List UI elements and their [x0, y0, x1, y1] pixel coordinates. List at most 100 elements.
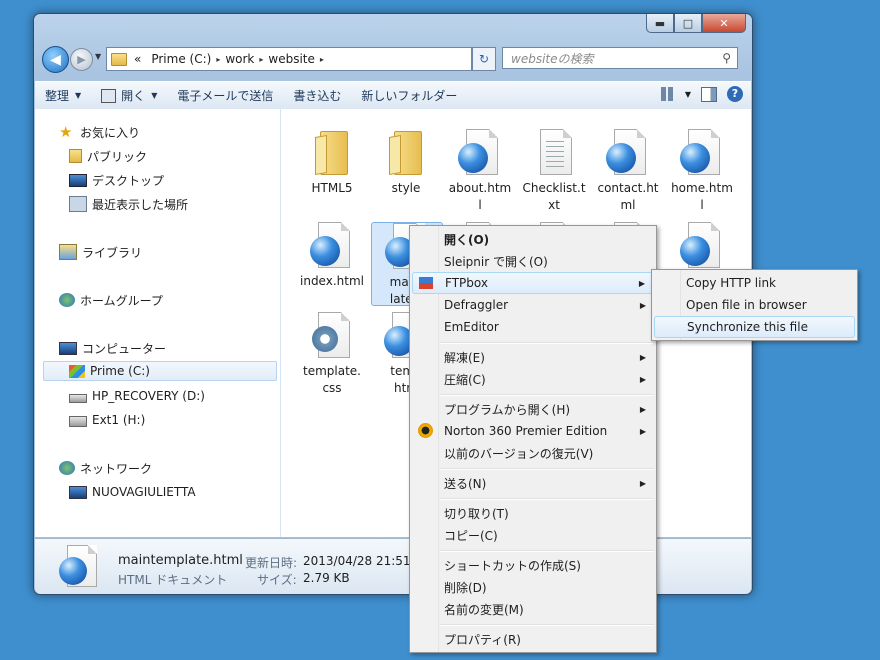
menu-sleipnir[interactable]: Sleipnir で開く(O) — [412, 250, 654, 272]
folder-icon — [320, 131, 348, 175]
navigation-pane: ★ お気に入り パブリック デスクトップ 最近表示した場所 ライブラリ ホームグル… — [35, 109, 281, 537]
minimize-button[interactable]: ▬ — [646, 14, 674, 33]
file-label: l — [478, 198, 482, 212]
file-item[interactable]: style — [371, 129, 441, 197]
menu-properties[interactable]: プロパティ(R) — [412, 628, 654, 650]
view-mode-icon[interactable] — [660, 87, 675, 101]
menu-open-with[interactable]: プログラムから開く(H) ▶ — [412, 398, 654, 420]
nav-computer[interactable]: コンピューター — [59, 338, 166, 358]
menu-open[interactable]: 開く(O) — [412, 228, 654, 250]
address-segment-prime[interactable]: Prime (C:) — [146, 52, 216, 66]
burn-button[interactable]: 書き込む — [283, 82, 351, 109]
refresh-button[interactable]: ↻ — [472, 47, 496, 71]
menu-send-to[interactable]: 送る(N) ▶ — [412, 472, 654, 494]
details-size-label: サイズ: — [257, 573, 297, 587]
organize-label: 整理 — [45, 89, 70, 103]
organize-button[interactable]: 整理 ▼ — [35, 82, 91, 109]
back-button[interactable]: ◀ — [42, 46, 69, 73]
file-item[interactable]: template. css — [297, 312, 367, 397]
nav-label: NUOVAGIULIETTA — [92, 485, 196, 499]
menu-delete[interactable]: 削除(D) — [412, 576, 654, 598]
file-item[interactable]: home.htm l — [667, 129, 737, 214]
network-icon — [59, 461, 75, 475]
file-item[interactable]: HTML5 — [297, 129, 367, 197]
file-label: style — [391, 181, 421, 195]
menu-emeditor[interactable]: EmEditor — [412, 316, 654, 338]
menu-rename[interactable]: 名前の変更(M) — [412, 598, 654, 620]
maximize-button[interactable]: □ — [674, 14, 702, 33]
search-placeholder: websiteの検索 — [511, 51, 594, 66]
nav-libraries[interactable]: ライブラリ — [59, 242, 142, 262]
file-item[interactable]: index.html — [297, 222, 367, 290]
file-label: l — [700, 198, 704, 212]
menu-label: FTPbox — [445, 276, 488, 290]
file-item[interactable]: contact.ht ml — [593, 129, 663, 214]
nav-label: お気に入り — [80, 125, 141, 140]
file-item[interactable]: about.htm l — [445, 129, 515, 214]
menu-extract[interactable]: 解凍(E) ▶ — [412, 346, 654, 368]
open-icon — [101, 88, 117, 103]
search-icon[interactable]: ⚲ — [722, 51, 731, 65]
menu-restore[interactable]: 以前のバージョンの復元(V) — [412, 442, 654, 464]
html-file-icon — [680, 143, 710, 173]
menu-copy[interactable]: コピー(C) — [412, 524, 654, 546]
menu-label: Norton 360 Premier Edition — [444, 424, 608, 438]
menu-label: Defraggler — [444, 298, 509, 312]
nav-drive-h[interactable]: Ext1 (H:) — [69, 410, 145, 430]
file-label: about.htm — [448, 181, 512, 195]
address-bar[interactable]: « Prime (C:) ▸ work ▸ website ▸ — [106, 47, 472, 71]
menu-cut[interactable]: 切り取り(T) — [412, 502, 654, 524]
search-input[interactable]: websiteの検索 ⚲ — [502, 47, 738, 69]
nav-label: パブリック — [87, 149, 148, 164]
email-button[interactable]: 電子メールで送信 — [167, 82, 283, 109]
nav-nas[interactable]: NUOVAGIULIETTA — [69, 482, 196, 502]
menu-label: 解凍(E) — [444, 350, 485, 365]
context-menu: 開く(O) Sleipnir で開く(O) FTPbox ▶ Defraggler… — [409, 225, 657, 653]
chevron-down-icon: ▼ — [75, 91, 82, 100]
recent-pages-dropdown[interactable]: ▼ — [95, 52, 101, 61]
nav-favorites[interactable]: ★ お気に入り — [59, 122, 140, 142]
menu-norton[interactable]: Norton 360 Premier Edition ▶ — [412, 420, 654, 442]
html-file-icon — [458, 143, 488, 173]
address-segment-website[interactable]: website — [263, 52, 320, 66]
nav-network[interactable]: ネットワーク — [59, 458, 152, 478]
menu-defraggler[interactable]: Defraggler ▶ — [412, 294, 654, 316]
chevron-right-icon[interactable]: ▸ — [320, 55, 324, 64]
nav-drive-c[interactable]: Prime (C:) — [43, 361, 277, 381]
nav-homegroup[interactable]: ホームグループ — [59, 290, 163, 310]
preview-pane-icon[interactable] — [701, 86, 717, 102]
details-type: HTML ドキュメント — [118, 573, 228, 587]
nav-drive-d[interactable]: HP_RECOVERY (D:) — [69, 386, 205, 406]
nav-desktop[interactable]: デスクトップ — [69, 170, 164, 190]
close-button[interactable]: ✕ — [702, 14, 746, 33]
details-modified-label: 更新日時: — [245, 556, 298, 570]
menu-ftpbox[interactable]: FTPbox ▶ — [412, 272, 654, 294]
folder-icon — [394, 131, 422, 175]
nav-label: コンピューター — [82, 341, 167, 356]
file-item[interactable]: Checklist.t xt — [519, 129, 589, 214]
address-segment-work[interactable]: work — [220, 52, 259, 66]
nav-recent[interactable]: 最近表示した場所 — [69, 194, 188, 214]
nav-label: 最近表示した場所 — [92, 197, 189, 212]
menu-compress[interactable]: 圧縮(C) ▶ — [412, 368, 654, 390]
chevron-down-icon[interactable]: ▼ — [685, 90, 691, 99]
address-overflow[interactable]: « — [129, 52, 146, 66]
computer-icon — [59, 341, 77, 355]
open-button[interactable]: 開く ▼ — [91, 82, 167, 109]
chevron-right-icon: ▶ — [639, 374, 646, 384]
menu-create-shortcut[interactable]: ショートカットの作成(S) — [412, 554, 654, 576]
folder-icon — [111, 52, 127, 66]
menu-label: 送る(N) — [444, 476, 487, 491]
menu-label: プログラムから開く(H) — [444, 402, 571, 417]
new-folder-button[interactable]: 新しいフォルダー — [351, 82, 467, 109]
nav-public[interactable]: パブリック — [69, 146, 147, 166]
file-label: xt — [548, 198, 560, 212]
forward-button[interactable]: ▶ — [70, 48, 93, 71]
desktop-icon — [69, 173, 87, 187]
file-label: contact.ht — [597, 181, 659, 195]
help-icon[interactable]: ? — [727, 86, 743, 102]
menu-label: 圧縮(C) — [444, 372, 486, 387]
submenu-copy-http-link[interactable]: Copy HTTP link — [654, 272, 855, 294]
submenu-open-in-browser[interactable]: Open file in browser — [654, 294, 855, 316]
submenu-synchronize[interactable]: Synchronize this file — [654, 316, 855, 338]
